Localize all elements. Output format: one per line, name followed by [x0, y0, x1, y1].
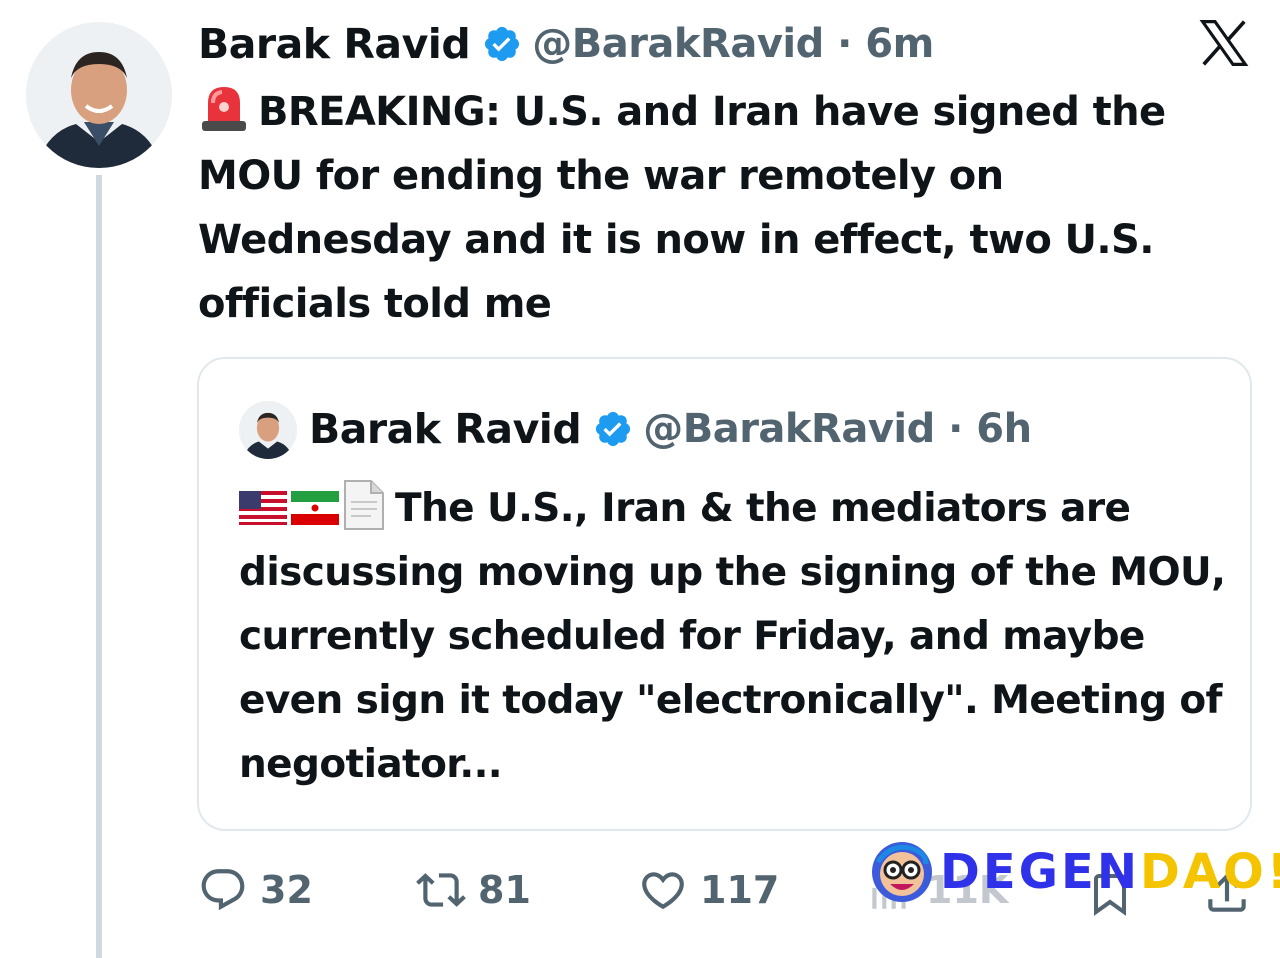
- x-logo-icon[interactable]: [1196, 16, 1252, 70]
- reply-count: 32: [260, 868, 313, 912]
- like-button[interactable]: 117: [638, 860, 779, 920]
- tweet-header: Barak Ravid @BarakRavid · 6m: [198, 14, 934, 74]
- quoted-avatar[interactable]: [239, 401, 297, 459]
- degendao-mascot-icon: [872, 842, 932, 902]
- tweet-body: BREAKING: U.S. and Iran have signed the …: [198, 89, 1166, 327]
- repost-icon: [416, 873, 466, 907]
- tweet-text: BREAKING: U.S. and Iran have signed the …: [198, 80, 1258, 336]
- repost-button[interactable]: 81: [416, 860, 531, 920]
- document-emoji-icon: [344, 480, 384, 530]
- thread-line: [96, 175, 102, 958]
- avatar[interactable]: [26, 22, 172, 168]
- quoted-author-name: Barak Ravid: [309, 405, 582, 453]
- like-count: 117: [700, 868, 780, 912]
- us-flag-emoji-icon: [239, 491, 287, 525]
- verified-badge-icon: [596, 411, 631, 447]
- handle-and-time[interactable]: @BarakRavid · 6m: [532, 21, 934, 67]
- watermark-text: DEGENDAO!: [940, 842, 1280, 902]
- watermark: DEGENDAO!: [870, 840, 1280, 904]
- reply-button[interactable]: 32: [198, 860, 313, 920]
- quoted-body: The U.S., Iran & the mediators are discu…: [239, 486, 1226, 787]
- quoted-avatar-photo: [239, 401, 297, 459]
- watermark-text-part2: DAO!: [1140, 844, 1280, 900]
- heart-icon: [642, 872, 684, 910]
- quoted-header: Barak Ravid @BarakRavid · 6h: [309, 399, 1032, 459]
- iran-flag-emoji-icon: [291, 491, 339, 525]
- verified-badge-icon: [485, 26, 520, 62]
- repost-count: 81: [478, 868, 531, 912]
- quoted-text: The U.S., Iran & the mediators are discu…: [239, 477, 1229, 797]
- siren-emoji-icon: [202, 87, 246, 131]
- avatar-photo: [26, 22, 172, 168]
- quoted-tweet[interactable]: Barak Ravid @BarakRavid · 6h The U.S., I…: [197, 357, 1252, 831]
- watermark-text-part1: DEGEN: [940, 844, 1140, 900]
- reply-icon: [201, 869, 245, 911]
- author-name[interactable]: Barak Ravid: [198, 20, 471, 68]
- quoted-handle-and-time: @BarakRavid · 6h: [643, 406, 1032, 452]
